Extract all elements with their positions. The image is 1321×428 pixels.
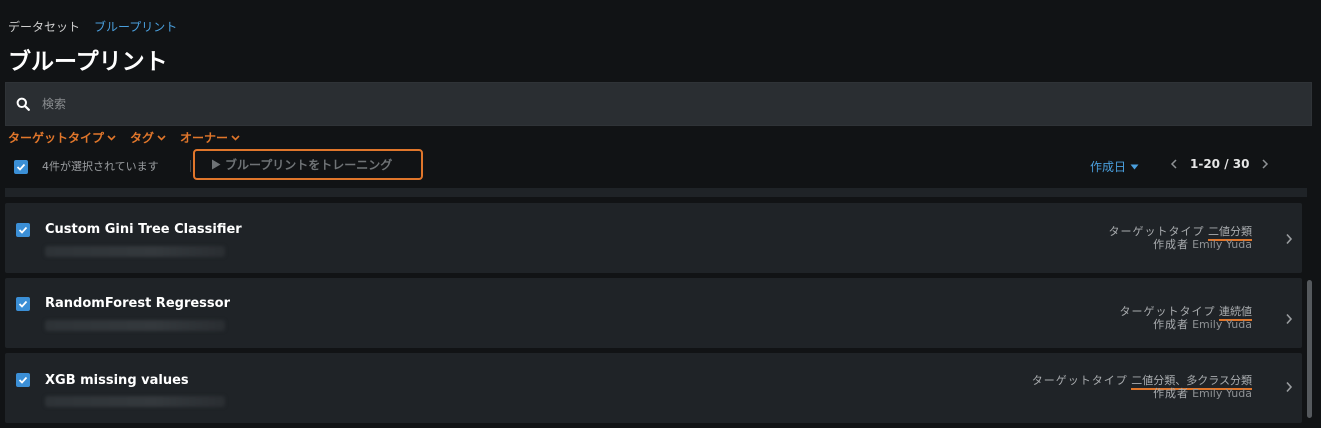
list-item-partial [5, 188, 1307, 197]
check-icon [18, 300, 28, 308]
blueprint-meta: ターゲットタイプ 二値分類 作成者 Emily Yuda [1108, 225, 1252, 251]
blueprint-description-blurred [45, 246, 225, 257]
blueprint-meta: ターゲットタイプ 二値分類、多クラス分類 作成者 Emily Yuda [1032, 374, 1252, 400]
selection-count: 4件が選択されています [42, 160, 159, 173]
author-label: 作成者 [1153, 318, 1190, 331]
pagination-range: 1-20 / 30 [1190, 157, 1250, 171]
play-icon [212, 159, 221, 170]
breadcrumb-blueprints[interactable]: ブループリント [94, 18, 177, 35]
target-type-label: ターゲットタイプ [1108, 225, 1205, 238]
pagination: 1-20 / 30 [1170, 157, 1269, 171]
filter-target-type-label: ターゲットタイプ [8, 131, 105, 145]
blueprint-name: XGB missing values [45, 373, 189, 388]
filter-owner-label: オーナー [180, 131, 229, 145]
blueprint-meta: ターゲットタイプ 連続値 作成者 Emily Yuda [1119, 305, 1252, 331]
target-type-label: ターゲットタイプ [1119, 305, 1216, 318]
blueprint-description-blurred [45, 320, 225, 331]
blueprint-checkbox[interactable] [16, 373, 30, 387]
chevron-right-icon[interactable] [1285, 313, 1293, 325]
scrollbar-thumb[interactable] [1307, 280, 1312, 418]
author-value: Emily Yuda [1192, 318, 1252, 331]
search-input[interactable] [40, 96, 1311, 112]
blueprint-description-blurred [45, 396, 225, 407]
blueprint-name: RandomForest Regressor [45, 296, 230, 311]
filter-owner[interactable]: オーナー [180, 129, 240, 146]
blueprint-card[interactable]: XGB missing values ターゲットタイプ 二値分類、多クラス分類 … [5, 353, 1302, 423]
author-label: 作成者 [1153, 238, 1190, 251]
sort-dropdown[interactable]: 作成日 [1090, 158, 1139, 175]
chevron-down-icon [157, 134, 166, 141]
chevron-right-icon[interactable] [1285, 381, 1293, 393]
check-icon [18, 376, 28, 384]
breadcrumb: データセット ブループリント [8, 18, 177, 35]
author-value: Emily Yuda [1192, 387, 1252, 400]
blueprint-card[interactable]: RandomForest Regressor ターゲットタイプ 連続値 作成者 E… [5, 278, 1302, 348]
chevron-left-icon[interactable] [1170, 159, 1178, 169]
breadcrumb-datasets[interactable]: データセット [8, 18, 80, 35]
select-all-checkbox[interactable] [14, 160, 28, 174]
caret-down-icon [1130, 164, 1139, 169]
chevron-down-icon [231, 134, 240, 141]
blueprint-checkbox[interactable] [16, 223, 30, 237]
blueprint-checkbox[interactable] [16, 297, 30, 311]
search-bar[interactable] [5, 82, 1312, 126]
sort-label: 作成日 [1090, 160, 1127, 174]
author-label: 作成者 [1153, 387, 1190, 400]
author-value: Emily Yuda [1192, 238, 1252, 251]
blueprint-list: Custom Gini Tree Classifier ターゲットタイプ 二値分… [0, 188, 1321, 428]
selection-toolbar: 4件が選択されています ブループリントをトレーニング 作成日 1-20 / 30 [0, 148, 1321, 184]
train-blueprint-label: ブループリントをトレーニング [225, 158, 393, 172]
filter-tags-label: タグ [130, 131, 155, 145]
check-icon [18, 226, 28, 234]
train-blueprint-button[interactable]: ブループリントをトレーニング [193, 149, 423, 180]
chevron-down-icon [107, 134, 116, 141]
filter-tags[interactable]: タグ [130, 129, 166, 146]
chevron-right-icon[interactable] [1285, 233, 1293, 245]
blueprint-name: Custom Gini Tree Classifier [45, 222, 242, 237]
blueprint-card[interactable]: Custom Gini Tree Classifier ターゲットタイプ 二値分… [5, 203, 1302, 273]
filter-target-type[interactable]: ターゲットタイプ [8, 129, 116, 146]
divider [190, 160, 191, 172]
page-title: ブループリント [8, 49, 168, 75]
search-icon [16, 97, 30, 111]
filter-bar: ターゲットタイプ タグ オーナー [8, 129, 240, 146]
target-type-label: ターゲットタイプ [1031, 374, 1128, 387]
chevron-right-icon[interactable] [1261, 159, 1269, 169]
check-icon [16, 163, 26, 171]
